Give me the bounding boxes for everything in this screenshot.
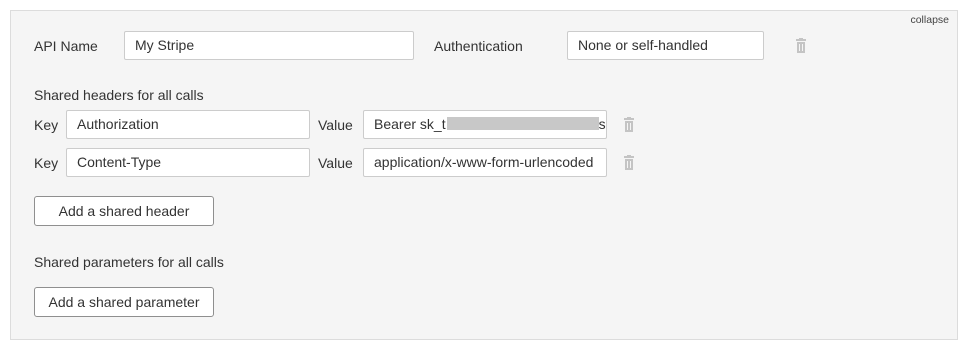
add-shared-header-button[interactable]: Add a shared header <box>34 196 214 226</box>
header-key-value: Authorization <box>77 116 159 132</box>
redacted-block <box>446 117 599 130</box>
api-name-label: API Name <box>34 38 98 54</box>
header-key-label: Key <box>34 117 59 133</box>
authentication-dropdown[interactable]: None or self-handled <box>567 31 764 60</box>
header-value-input[interactable]: application/x-www-form-urlencoded <box>363 148 607 177</box>
authentication-value: None or self-handled <box>578 37 708 53</box>
authentication-label: Authentication <box>434 38 523 54</box>
shared-parameters-title: Shared parameters for all calls <box>34 254 224 270</box>
api-name-input[interactable]: My Stripe <box>124 31 414 60</box>
header-value-tail: s <box>598 116 606 132</box>
trash-icon[interactable] <box>794 38 808 54</box>
collapse-link[interactable]: collapse <box>910 14 949 26</box>
header-value-text: application/x-www-form-urlencoded <box>374 154 594 170</box>
header-key-input[interactable]: Authorization <box>66 110 310 139</box>
header-value-label: Value <box>318 155 353 171</box>
trash-icon[interactable] <box>622 155 636 171</box>
header-value-text: Bearer sk_t <box>374 116 446 132</box>
header-value-input[interactable]: Bearer sk_t s <box>363 110 607 139</box>
header-key-input[interactable]: Content-Type <box>66 148 310 177</box>
shared-headers-title: Shared headers for all calls <box>34 87 204 103</box>
api-settings-panel: collapse API Name My Stripe Authenticati… <box>10 10 958 340</box>
header-value-label: Value <box>318 117 353 133</box>
header-key-value: Content-Type <box>77 154 162 170</box>
trash-icon[interactable] <box>622 117 636 133</box>
add-shared-parameter-button[interactable]: Add a shared parameter <box>34 287 214 317</box>
header-key-label: Key <box>34 155 59 171</box>
api-name-value: My Stripe <box>135 37 195 53</box>
